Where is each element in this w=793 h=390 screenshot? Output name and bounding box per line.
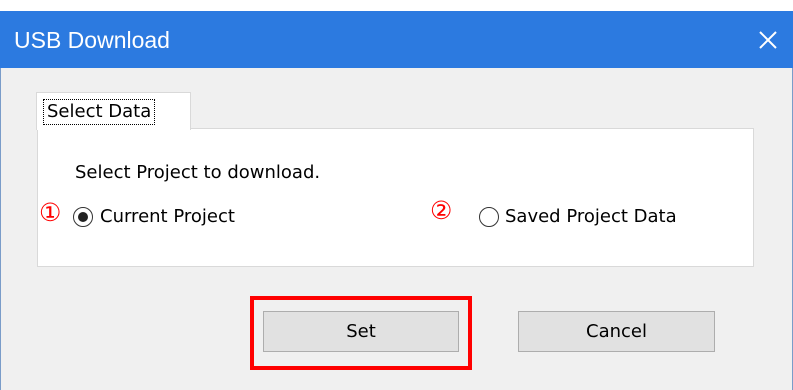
close-icon[interactable] [751,23,785,57]
current-project-label[interactable]: Current Project [100,206,235,227]
window-title: USB Download [14,27,170,53]
annotation-marker-2: ② [430,196,453,225]
cancel-button[interactable]: Cancel [518,311,715,352]
tab-panel [37,128,754,267]
saved-project-data-radio[interactable] [479,207,499,227]
radio-selected-dot [78,212,88,222]
top-strip [0,0,793,11]
title-bar[interactable]: USB Download [0,11,793,68]
window-border-left [0,68,1,390]
tab-select-data[interactable]: Select Data [36,92,191,130]
current-project-radio[interactable] [73,207,93,227]
tab-label: Select Data [43,99,156,125]
set-button-highlight [250,296,472,370]
select-prompt: Select Project to download. [75,162,321,183]
saved-project-data-label[interactable]: Saved Project Data [505,206,677,227]
annotation-marker-1: ① [39,198,62,227]
